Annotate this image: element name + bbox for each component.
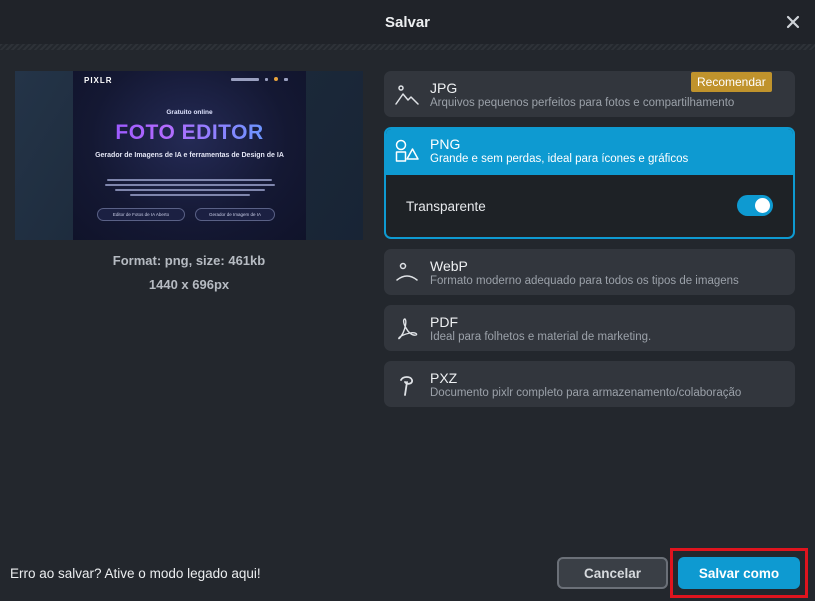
toggle-knob	[755, 198, 770, 213]
format-description: Formato moderno adequado para todos os t…	[430, 275, 739, 287]
format-name: JPG	[430, 80, 458, 96]
format-option-webp[interactable]: WebP Formato moderno adequado para todos…	[384, 249, 795, 295]
preview-nav	[231, 77, 288, 81]
format-description: Arquivos pequenos perfeitos para fotos e…	[430, 97, 735, 109]
legacy-mode-link[interactable]: Erro ao salvar? Ative o modo legado aqui…	[10, 566, 261, 581]
pdf-icon	[395, 317, 419, 341]
pixlr-icon	[395, 373, 419, 397]
format-name: PNG	[430, 136, 461, 152]
preview-logo: PIXLR	[84, 76, 113, 85]
preview-dimensions: 1440 x 696px	[148, 277, 230, 292]
transparent-label: Transparente	[406, 199, 486, 214]
dialog-title: Salvar	[384, 13, 431, 31]
close-icon[interactable]	[783, 12, 803, 32]
shapes-icon	[395, 139, 419, 163]
format-option-pxz[interactable]: PXZ Documento pixlr completo para armaze…	[384, 361, 795, 407]
web-icon	[395, 261, 419, 285]
format-name: PDF	[430, 314, 458, 330]
preview-button-generator: Gerador de Imagem de IA	[195, 208, 275, 221]
format-option-png-header[interactable]: PNG Grande e sem perdas, ideal para ícon…	[386, 129, 793, 175]
format-name: PXZ	[430, 370, 458, 386]
preview-headline: FOTO EDITOR	[73, 121, 306, 145]
recommend-badge: Recomendar	[691, 72, 772, 92]
format-description: Ideal para folhetos e material de market…	[430, 331, 652, 343]
image-preview: PIXLR Gratuito online FOTO EDITOR Gerado…	[15, 71, 363, 240]
preview-website-screenshot: PIXLR Gratuito online FOTO EDITOR Gerado…	[73, 71, 306, 240]
format-name: WebP	[430, 258, 468, 274]
format-option-pdf[interactable]: PDF Ideal para folhetos e material de ma…	[384, 305, 795, 351]
dialog-header: Salvar	[0, 0, 815, 44]
format-option-png[interactable]: PNG Grande e sem perdas, ideal para ícon…	[384, 127, 795, 239]
transparent-toggle[interactable]	[737, 195, 773, 216]
format-description: Grande e sem perdas, ideal para ícones e…	[430, 153, 689, 165]
preview-body-text	[103, 179, 276, 199]
preview-subtitle: Gerador de Imagens de IA e ferramentas d…	[95, 152, 284, 159]
cancel-button[interactable]: Cancelar	[557, 557, 668, 589]
header-divider	[0, 44, 815, 50]
preview-kicker: Gratuito online	[166, 109, 213, 116]
landscape-icon	[395, 83, 419, 107]
save-as-button[interactable]: Salvar como	[678, 557, 800, 589]
preview-format-info: Format: png, size: 461kb	[112, 253, 266, 268]
format-description: Documento pixlr completo para armazename…	[430, 387, 742, 399]
preview-button-editor: Editor de Fotos de IA Aberto	[97, 208, 185, 221]
